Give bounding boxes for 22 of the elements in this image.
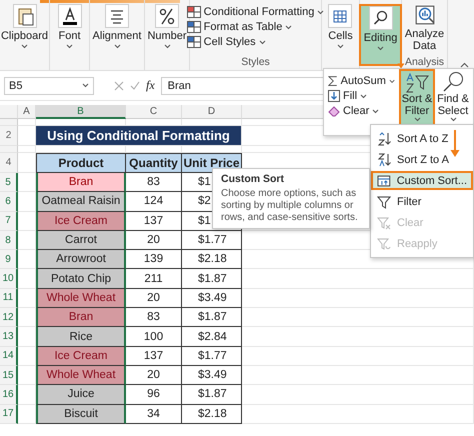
row-number: 12 (0, 308, 18, 328)
row-number: 10 (0, 269, 18, 289)
tooltip-text: Choose more options, such as sorting by multiple columns or rows, and case-sensitive sorts. (221, 188, 359, 224)
row-number: 8 (0, 230, 18, 250)
row-number: 17 (0, 404, 18, 424)
row-number: 13 (0, 327, 18, 347)
row-number: 16 (0, 385, 18, 405)
row-number: 9 (0, 250, 18, 270)
tooltip-title: Custom Sort (221, 173, 285, 185)
row-number: 5 (0, 173, 18, 192)
header-cell: Quantity (126, 153, 182, 173)
row-number: 6 (0, 192, 18, 212)
sheet-title: Using Conditional Formatting (36, 126, 242, 146)
group-label: Analysis (404, 56, 444, 68)
row-number: 2 (0, 126, 18, 146)
row-number: 14 (0, 346, 18, 366)
row-number: 11 (0, 288, 18, 308)
row-number: 7 (0, 212, 18, 231)
row-number: 15 (0, 366, 18, 386)
row-number: 4 (0, 153, 18, 173)
header-cell: Product (36, 153, 126, 173)
group-label: Styles (241, 56, 270, 68)
